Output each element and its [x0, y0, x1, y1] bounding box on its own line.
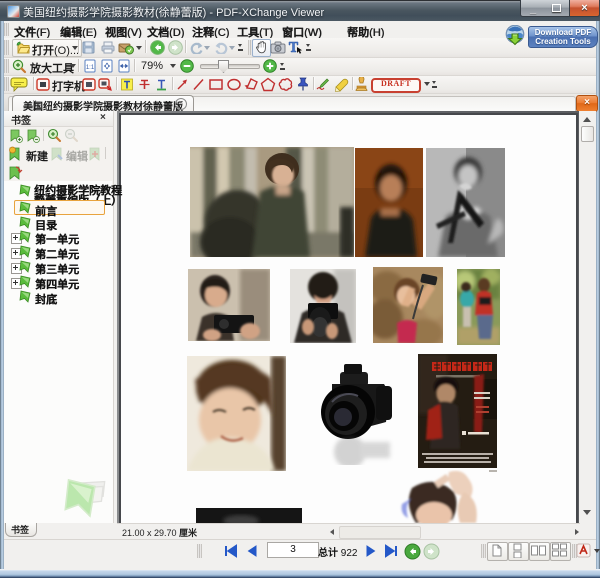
- svg-text:1:1: 1:1: [86, 65, 95, 71]
